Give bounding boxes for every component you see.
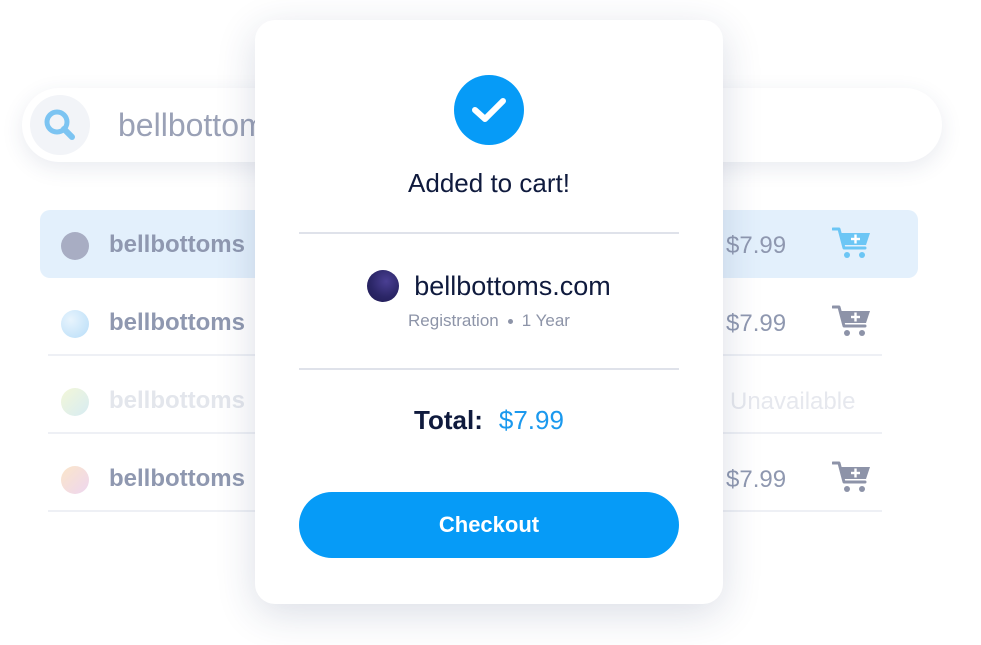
added-to-cart-modal: Added to cart! bellbottoms.com Registrat… [255, 20, 723, 604]
modal-divider [299, 368, 679, 370]
modal-title: Added to cart! [408, 168, 570, 198]
result-domain-name: bellbottoms [109, 309, 245, 336]
checkmark-icon [454, 75, 524, 145]
result-domain-name: bellbottoms [109, 465, 245, 492]
domain-dot-icon [61, 388, 89, 416]
search-icon[interactable] [30, 95, 90, 155]
bullet-separator [507, 318, 513, 324]
add-to-cart-icon[interactable] [832, 460, 872, 494]
cart-item-type: Registration [408, 311, 499, 330]
add-to-cart-icon[interactable] [832, 226, 872, 260]
total-label: Total: [414, 405, 483, 435]
cart-item-term: 1 Year [521, 311, 570, 330]
add-to-cart-icon[interactable] [832, 304, 872, 338]
result-domain-name: bellbottoms [109, 231, 245, 258]
cart-item: bellbottoms.com [255, 270, 723, 302]
checkout-button[interactable]: Checkout [299, 492, 679, 558]
unavailable-status: Unavailable [730, 388, 856, 415]
cart-item-meta: Registration 1 Year [255, 310, 723, 332]
domain-dot-icon [61, 310, 89, 338]
domain-dot-icon [367, 270, 400, 302]
cart-item-domain: bellbottoms.com [414, 271, 611, 301]
cart-total: Total: $7.99 [255, 404, 723, 436]
total-value: $7.99 [498, 405, 564, 435]
domain-dot-icon [61, 232, 89, 260]
result-domain-name: bellbottoms [109, 387, 245, 414]
domain-dot-icon [61, 466, 89, 494]
result-price: $7.99 [726, 232, 787, 259]
result-price: $7.99 [726, 466, 787, 493]
modal-divider [299, 232, 679, 234]
result-price: $7.99 [726, 310, 787, 337]
